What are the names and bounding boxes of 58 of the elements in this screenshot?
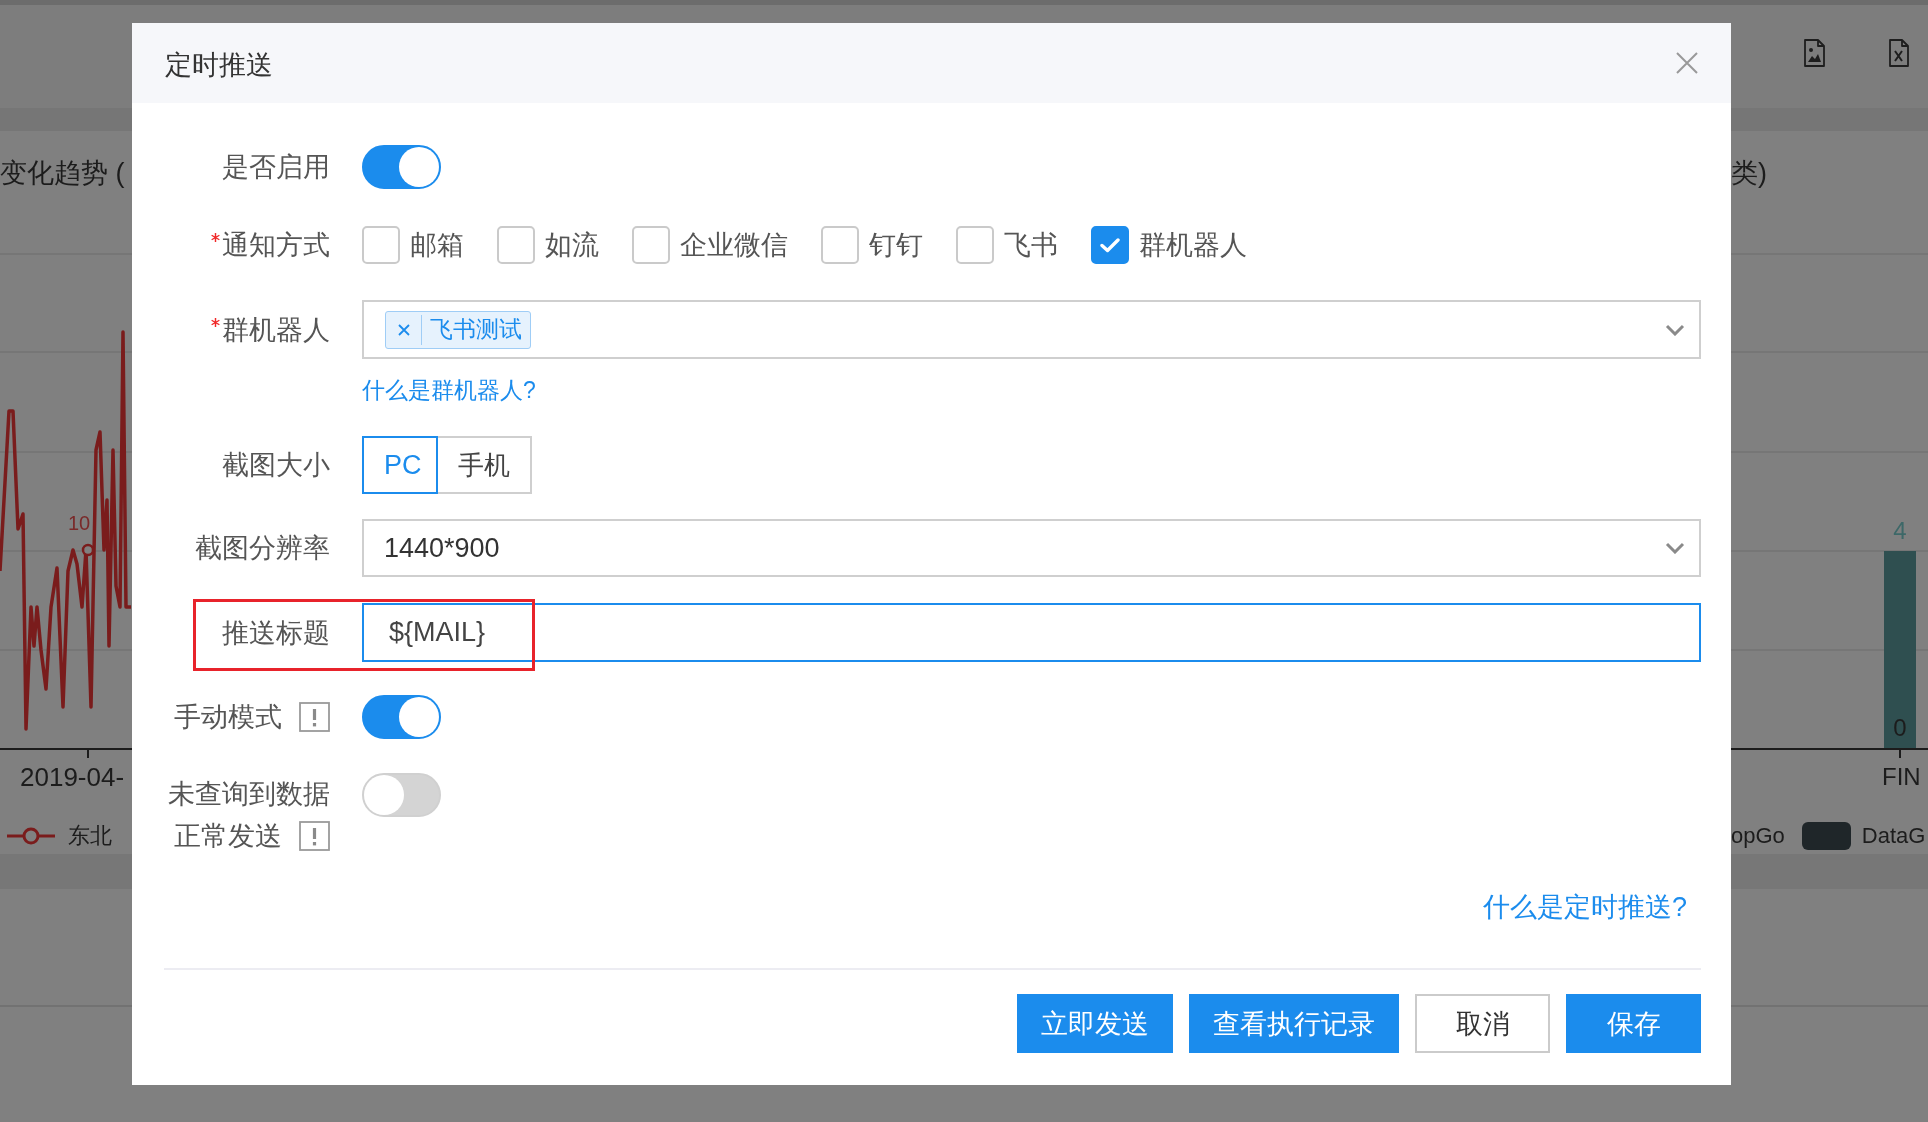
field-label: 截图分辨率 (195, 532, 330, 565)
dialog-button[interactable]: 查看执行记录 (1189, 994, 1399, 1053)
field-label: 未查询到数据 (168, 778, 330, 811)
selected-tag[interactable]: 飞书测试 (385, 310, 531, 349)
dialog-button[interactable]: 立即发送 (1017, 994, 1173, 1053)
close-icon[interactable] (398, 323, 410, 336)
checkbox[interactable] (632, 226, 670, 264)
help-link[interactable]: 什么是定时推送? (1482, 891, 1687, 923)
axis-label: FIN (1882, 763, 1921, 790)
data-point-icon (81, 543, 95, 557)
toggle-switch[interactable] (362, 145, 441, 189)
close-icon[interactable] (1676, 52, 1698, 74)
checkbox[interactable] (362, 226, 400, 264)
help-link[interactable]: 什么是群机器人? (362, 377, 536, 403)
data-label: 4 (1893, 517, 1907, 544)
legend-label[interactable]: opGo (1731, 823, 1785, 849)
exclamation-icon[interactable] (299, 821, 330, 851)
checkbox[interactable] (1091, 226, 1129, 264)
segment-tab[interactable]: PC (362, 436, 438, 494)
checkbox-label[interactable]: 邮箱 (410, 227, 464, 263)
checkbox-label[interactable]: 钉钉 (869, 227, 923, 263)
checkbox[interactable] (821, 226, 859, 264)
legend-label[interactable]: DataG (1861, 823, 1926, 849)
legend-line-icon[interactable] (7, 826, 55, 846)
checkbox-label[interactable]: 如流 (545, 227, 599, 263)
checkbox-label[interactable]: 企业微信 (680, 227, 788, 263)
resolution-select[interactable]: 1440*900 (362, 519, 1701, 577)
checkbox-label[interactable]: 群机器人 (1139, 227, 1247, 263)
check-icon (1100, 237, 1120, 253)
checkbox[interactable] (497, 226, 535, 264)
chevron-down-icon[interactable] (1665, 542, 1685, 554)
chart-title: 类) (1731, 158, 1767, 188)
dialog-button[interactable]: 保存 (1566, 994, 1701, 1053)
data-label: 10 (67, 512, 91, 534)
field-label: 是否启用 (222, 151, 330, 184)
title-input[interactable]: ${MAIL} (362, 603, 1701, 662)
legend-label[interactable]: 东北 (68, 821, 112, 851)
robot-select[interactable]: 飞书测试 (362, 300, 1701, 359)
toggle-switch[interactable] (362, 695, 441, 739)
dialog-button[interactable]: 取消 (1415, 994, 1550, 1053)
field-label: 推送标题 (222, 616, 330, 650)
chevron-down-icon[interactable] (1665, 323, 1685, 336)
segment-tab[interactable]: 手机 (437, 436, 532, 494)
field-label: 截图大小 (222, 449, 330, 482)
field-label: 正常发送 (174, 820, 282, 853)
exclamation-icon[interactable] (299, 702, 330, 732)
dialog-title: 定时推送 (165, 49, 273, 82)
checkbox[interactable] (956, 226, 994, 264)
checkbox-label[interactable]: 飞书 (1004, 227, 1058, 263)
legend-swatch-icon[interactable] (1801, 822, 1851, 850)
spreadsheet-file-icon[interactable] (1889, 39, 1909, 67)
chart-title: 变化趋势 ( (0, 158, 125, 188)
field-label: 通知方式 (222, 229, 330, 262)
image-file-icon[interactable] (1804, 39, 1825, 67)
field-label: 群机器人 (222, 313, 330, 347)
toggle-switch[interactable] (362, 773, 441, 817)
field-label: 手动模式 (174, 701, 282, 734)
axis-label: 2019-04- (20, 762, 125, 792)
